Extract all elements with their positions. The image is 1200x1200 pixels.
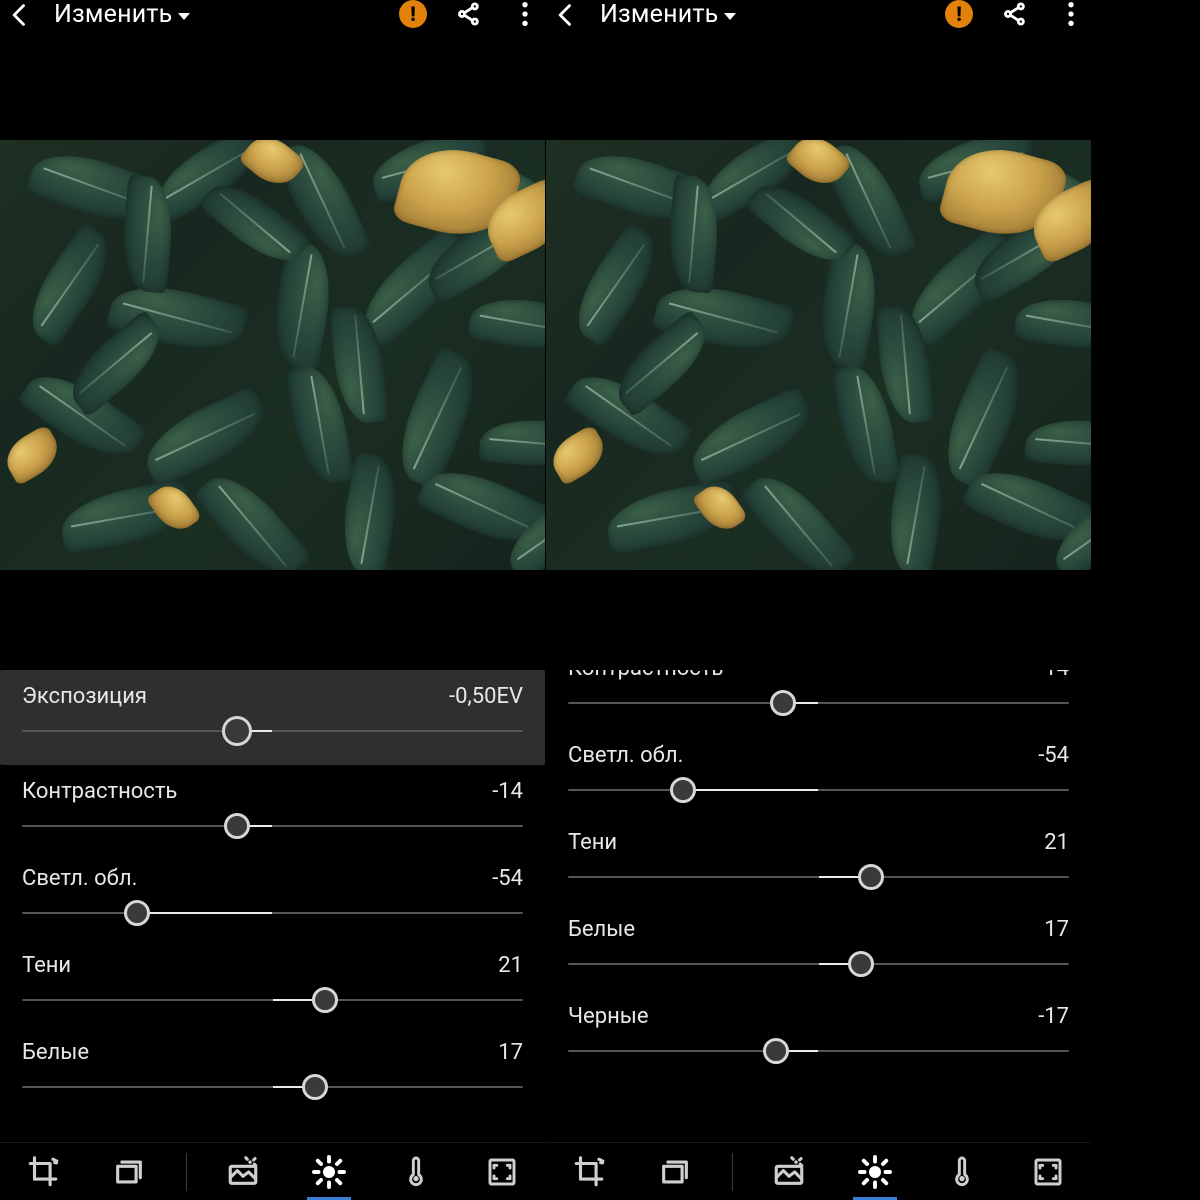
slider-whites-value: 17 [498,1040,523,1065]
chevron-down-icon [178,13,190,20]
slider-whites[interactable]: Белые 17 [22,1026,523,1113]
top-bar: Изменить ! [0,0,545,40]
bottom-toolbar [546,1142,1091,1200]
tool-light[interactable] [299,1148,359,1196]
photo-preview[interactable] [0,140,545,570]
slider-highlights-value: -54 [492,866,523,891]
tool-crop[interactable] [13,1148,73,1196]
slider-highlights-knob[interactable] [670,777,696,803]
back-icon[interactable] [552,1,580,29]
slider-contrast-knob[interactable] [770,690,796,716]
slider-whites[interactable]: Белые 17 [568,903,1069,990]
page-title: Изменить [600,0,718,29]
slider-highlights[interactable]: Светл. обл. -54 [568,729,1069,816]
tool-heal[interactable] [213,1148,273,1196]
slider-shadows-knob[interactable] [312,987,338,1013]
title-dropdown[interactable]: Изменить [54,0,190,29]
slider-contrast-track[interactable] [568,697,1069,709]
slider-shadows-value: 21 [498,953,523,978]
slider-shadows-knob[interactable] [858,864,884,890]
slider-contrast-value: -14 [492,779,523,804]
slider-whites-track[interactable] [22,1081,523,1093]
slider-blacks-value: -17 [1038,1004,1069,1029]
slider-shadows[interactable]: Тени 21 [22,939,523,1026]
slider-whites-label: Белые [568,917,635,942]
slider-highlights-track[interactable] [22,907,523,919]
slider-contrast-value: -14 [1038,670,1069,681]
slider-blacks-track[interactable] [568,1045,1069,1057]
slider-whites-value: 17 [1044,917,1069,942]
slider-highlights-label: Светл. обл. [568,743,683,768]
slider-exposure-track[interactable] [22,725,523,737]
tool-fullscreen[interactable] [472,1148,532,1196]
slider-shadows-track[interactable] [568,871,1069,883]
tool-presets[interactable] [99,1148,159,1196]
tool-crop[interactable] [559,1148,619,1196]
more-icon[interactable] [1057,0,1085,28]
slider-highlights-knob[interactable] [124,900,150,926]
sliders-panel[interactable]: Контрастность -14 Светл. обл. -54 Тени [546,670,1091,1142]
warning-icon[interactable]: ! [399,0,427,28]
slider-exposure-label: Экспозиция [22,684,147,709]
slider-highlights-label: Светл. обл. [22,866,137,891]
sliders-panel[interactable]: Экспозиция -0,50EV Контрастность -14 С [0,670,545,1142]
slider-highlights[interactable]: Светл. обл. -54 [22,852,523,939]
slider-shadows-label: Тени [22,953,71,978]
slider-blacks[interactable]: Черные -17 [568,990,1069,1077]
tool-fullscreen[interactable] [1018,1148,1078,1196]
tool-presets[interactable] [645,1148,705,1196]
slider-contrast-label: Контрастность [568,670,723,681]
photo-preview[interactable] [546,140,1091,570]
slider-shadows[interactable]: Тени 21 [568,816,1069,903]
more-icon[interactable] [511,0,539,28]
tool-color[interactable] [932,1148,992,1196]
chevron-down-icon [724,13,736,20]
slider-contrast-track[interactable] [22,820,523,832]
slider-shadows-value: 21 [1044,830,1069,855]
bottom-toolbar [0,1142,545,1200]
slider-exposure-knob[interactable] [222,716,252,746]
slider-whites-label: Белые [22,1040,89,1065]
slider-contrast[interactable]: Контрастность -14 [22,765,523,852]
slider-contrast[interactable]: Контрастность -14 [568,670,1069,729]
slider-exposure-value: -0,50EV [449,684,523,709]
slider-exposure[interactable]: Экспозиция -0,50EV [0,670,545,765]
slider-highlights-value: -54 [1038,743,1069,768]
slider-blacks-knob[interactable] [763,1038,789,1064]
warning-icon[interactable]: ! [945,0,973,28]
back-icon[interactable] [6,1,34,29]
slider-blacks-label: Черные [568,1004,649,1029]
page-title: Изменить [54,0,172,29]
slider-highlights-track[interactable] [568,784,1069,796]
slider-shadows-track[interactable] [22,994,523,1006]
slider-whites-knob[interactable] [302,1074,328,1100]
tool-heal[interactable] [759,1148,819,1196]
share-icon[interactable] [1001,0,1029,28]
slider-shadows-label: Тени [568,830,617,855]
slider-whites-track[interactable] [568,958,1069,970]
top-bar: Изменить ! [546,0,1091,40]
tool-light[interactable] [845,1148,905,1196]
tool-color[interactable] [386,1148,446,1196]
slider-contrast-knob[interactable] [224,813,250,839]
slider-contrast-label: Контрастность [22,779,177,804]
title-dropdown[interactable]: Изменить [600,0,736,29]
share-icon[interactable] [455,0,483,28]
slider-whites-knob[interactable] [848,951,874,977]
